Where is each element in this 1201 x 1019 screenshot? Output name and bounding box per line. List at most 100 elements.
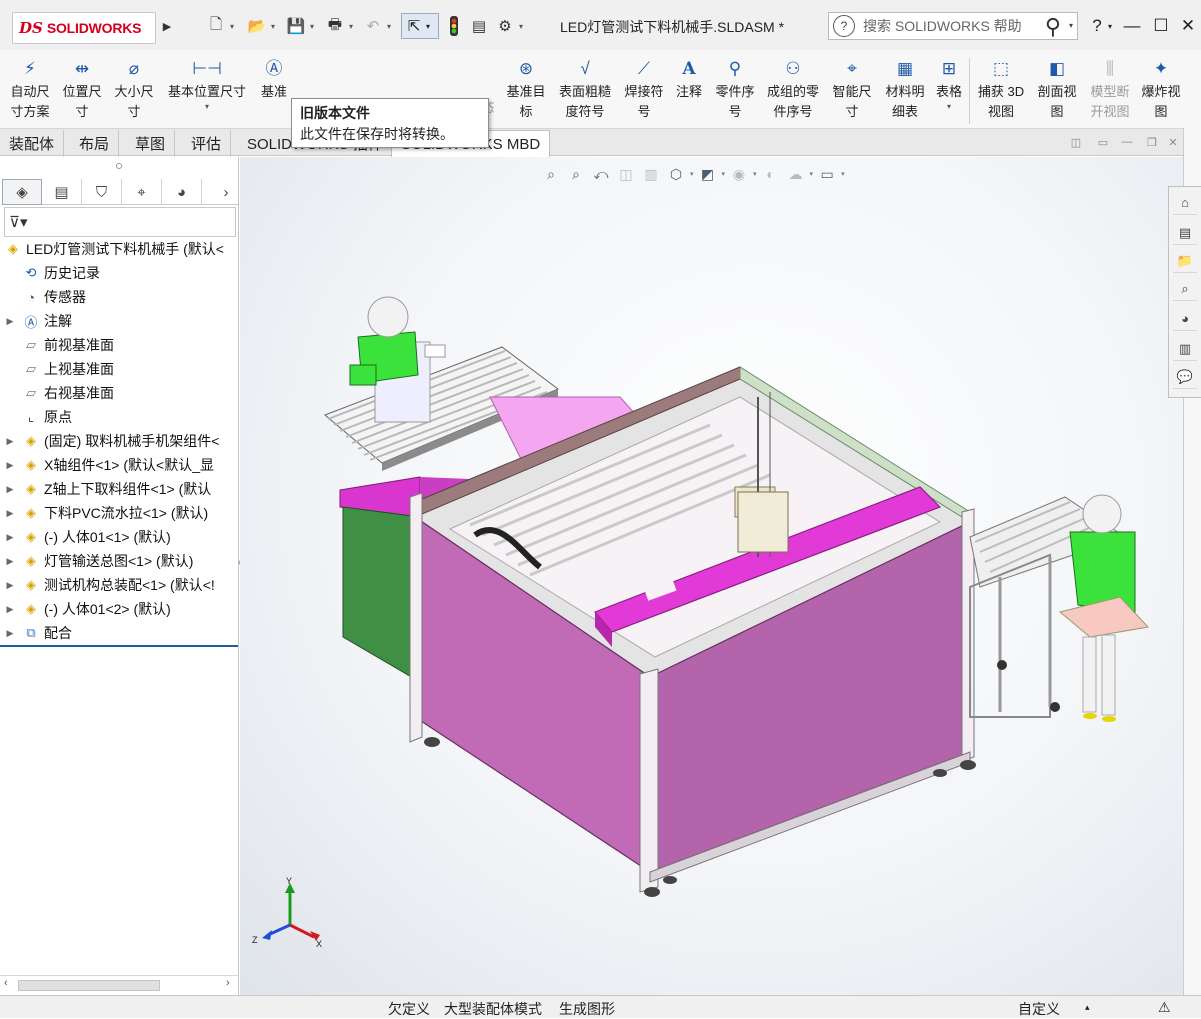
custom-properties-icon[interactable]: ▥ [1173,337,1197,361]
viewport-split-icon[interactable]: ◫ [1069,135,1083,149]
expand-arrow-icon[interactable]: ▶ [4,316,16,327]
configuration-manager-tab-icon[interactable]: ⛉ [82,179,122,205]
tree-item-sensors[interactable]: ◔ 传感器 [0,285,238,309]
location-dimension-button[interactable]: ⇹ 位置尺 寸 [56,56,108,126]
tree-item-annotations[interactable]: ▶ Ⓐ 注解 [0,309,238,333]
tree-item-right-plane[interactable]: ▱ 右视基准面 [0,381,238,405]
tree-horizontal-scrollbar[interactable]: ‹ › [0,975,238,993]
surface-finish-button[interactable]: √ 表面粗糙 度符号 [554,56,616,126]
basic-location-dimension-button[interactable]: ⊢⊣ 基本位置尺寸 ▾ [162,56,252,126]
rebuild-status-icon[interactable]: ⚠ [1158,999,1171,1016]
minimize-button[interactable]: — [1118,12,1146,40]
search-dropdown-icon[interactable]: ▾ [1069,21,1073,30]
tree-item-component[interactable]: ▶ ◈ (-) 人体01<1> (默认) [0,525,238,549]
more-tabs-icon[interactable]: › [216,179,236,205]
expand-arrow-icon[interactable]: ▶ [4,580,16,591]
rebuild-group[interactable] [443,14,465,38]
dimxpert-tab-icon[interactable]: ⌖ [122,179,162,205]
display-manager-tab-icon[interactable]: ◕ [162,179,202,205]
appearances-icon[interactable]: ◕ [1173,307,1197,331]
smart-dimension-button[interactable]: ⌖ 智能尺 寸 [828,56,876,126]
weld-symbol-button[interactable]: ⟋ 焊接符 号 [620,56,668,126]
unit-system-button[interactable]: 自定义 [1018,999,1060,1019]
stacked-balloon-button[interactable]: ⚇ 成组的零 件序号 [762,56,824,126]
solidworks-resources-icon[interactable]: ⌂ [1173,191,1197,215]
tree-item-component[interactable]: ▶ ◈ Z轴上下取料组件<1> (默认 [0,477,238,501]
save-group[interactable]: 💾 ▾ [285,14,317,38]
section-view-button[interactable]: ◧ 剖面视 图 [1032,56,1082,126]
window-minimize-icon[interactable]: — [1120,135,1134,149]
expand-arrow-icon[interactable]: ▶ [4,436,16,447]
design-library-icon[interactable]: ▤ [1173,221,1197,245]
graphics-area[interactable]: ⌕ ⌕ ⤺ ◫ ▥ ⬡ ▾ ◩ ▾ ◉ ▾ ◐ ☁ ▾ ▭ ▾ Y X Z [240,157,1183,995]
file-properties-group[interactable]: ▤ [468,14,490,38]
maximize-button[interactable]: ☐ [1147,12,1175,40]
scroll-right-icon[interactable]: › [226,977,230,989]
expand-arrow-icon[interactable]: ▶ [4,556,16,567]
bom-button[interactable]: ▦ 材料明 细表 [880,56,930,126]
tree-item-component[interactable]: ▶ ◈ (固定) 取料机械手机架组件< [0,429,238,453]
unit-system-dropdown-icon[interactable]: ▴ [1085,1002,1090,1013]
options-group[interactable]: ⚙ ▾ [494,14,526,38]
tree-item-front-plane[interactable]: ▱ 前视基准面 [0,333,238,357]
viewport-single-icon[interactable]: ▭ [1096,135,1110,149]
print-icon[interactable]: 🖶 [324,15,346,37]
help-search-input[interactable]: ? 搜索 SOLIDWORKS 帮助 ⚲ ▾ [828,12,1078,40]
tree-item-origin[interactable]: ⌞ 原点 [0,405,238,429]
select-dropdown-icon[interactable]: ▾ [426,22,430,31]
expand-arrow-icon[interactable]: ▶ [4,460,16,471]
search-icon[interactable]: ⚲ [1045,14,1061,40]
window-close-icon[interactable]: ✕ [1166,135,1180,149]
auto-dimension-button[interactable]: ⚡ 自动尺 寸方案 [4,56,56,126]
basic-location-dropdown-icon[interactable]: ▾ [162,102,252,112]
rollback-bar[interactable] [0,645,238,647]
model-break-view-button[interactable]: ⫼ 模型断 开视图 [1084,56,1136,126]
table-dropdown-icon[interactable]: ▾ [932,102,966,112]
menu-expand-icon[interactable]: ▶ [160,14,174,38]
tree-filter-icon[interactable]: ⊽▾ [4,207,236,237]
feature-manager-tab-icon[interactable]: ◈ [2,179,42,205]
undo-group[interactable]: ↶ ▾ [362,14,394,38]
forum-icon[interactable]: 💬 [1173,365,1197,389]
search-results-icon[interactable]: ⌕ [1173,277,1197,301]
balloon-button[interactable]: ⚲ 零件序 号 [710,56,760,126]
datum-button[interactable]: Ⓐ 基准 [254,56,294,126]
print-group[interactable]: 🖶 ▾ [324,14,356,38]
expand-arrow-icon[interactable]: ▶ [4,628,16,639]
tree-item-top-plane[interactable]: ▱ 上视基准面 [0,357,238,381]
open-group[interactable]: 📂 ▾ [246,14,278,38]
panel-grip[interactable] [116,163,122,169]
tab-evaluate[interactable]: 评估 [182,130,232,157]
tree-item-component[interactable]: ▶ ◈ (-) 人体01<2> (默认) [0,597,238,621]
tree-item-component[interactable]: ▶ ◈ 下料PVC流水拉<1> (默认) [0,501,238,525]
tree-item-component[interactable]: ▶ ◈ 灯管输送总图<1> (默认) [0,549,238,573]
file-properties-icon[interactable]: ▤ [468,15,490,37]
scroll-left-icon[interactable]: ‹ [4,977,8,989]
tree-item-component[interactable]: ▶ ◈ 测试机构总装配<1> (默认<! [0,573,238,597]
exploded-view-button[interactable]: ✦ 爆炸视 图 [1138,56,1184,126]
datum-target-button[interactable]: ⊛ 基准目 标 [502,56,550,126]
tab-sketch[interactable]: 草图 [126,130,176,157]
property-manager-tab-icon[interactable]: ▤ [42,179,82,205]
expand-arrow-icon[interactable]: ▶ [4,508,16,519]
new-document-group[interactable]: 🗋 ▾ [205,14,237,38]
options-icon[interactable]: ⚙ [494,15,516,37]
open-icon[interactable]: 📂 [246,15,268,37]
note-button[interactable]: A 注释 [670,56,708,126]
tab-assembly[interactable]: 装配体 [0,130,65,157]
tree-item-mates[interactable]: ▶ ⧉ 配合 [0,621,238,645]
new-icon[interactable]: 🗋 [205,15,227,37]
tree-item-component[interactable]: ▶ ◈ X轴组件<1> (默认<默认_显 [0,453,238,477]
tree-root[interactable]: ◈ LED灯管测试下料机械手 (默认< [0,237,238,261]
help-dropdown-icon[interactable]: ▾ [1103,12,1117,40]
expand-arrow-icon[interactable]: ▶ [4,484,16,495]
3d-model-view[interactable] [240,157,1183,995]
window-restore-icon[interactable]: ❐ [1145,135,1159,149]
table-button[interactable]: ⊞ 表格 ▾ [932,56,966,126]
capture-3d-view-button[interactable]: ⬚ 捕获 3D 视图 [972,56,1030,126]
scroll-thumb[interactable] [18,980,160,991]
expand-arrow-icon[interactable]: ▶ [4,604,16,615]
tree-item-history[interactable]: ⟲ 历史记录 [0,261,238,285]
solidworks-logo[interactable]: DS SOLIDWORKS [12,12,156,44]
expand-arrow-icon[interactable]: ▶ [4,532,16,543]
